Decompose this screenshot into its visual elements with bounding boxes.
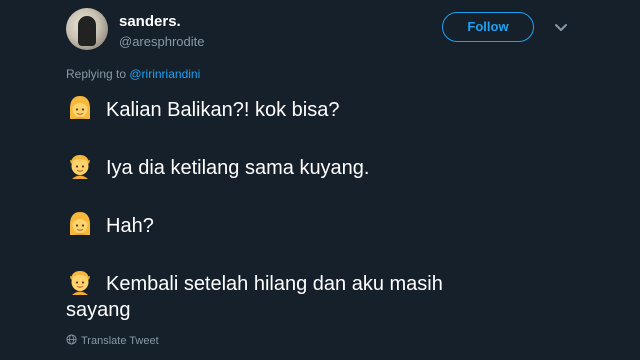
globe-icon [66, 334, 77, 345]
tweet-line-text: Kembali setelah hilang dan aku masih [106, 273, 443, 295]
chevron-down-icon[interactable] [550, 16, 572, 38]
woman-emoji-icon [70, 96, 90, 119]
reply-mention-link[interactable]: @ririnriandini [129, 67, 200, 81]
avatar-figure [78, 16, 96, 46]
user-handle[interactable]: @aresphrodite [119, 34, 204, 49]
tweet-line-continuation: sayang [66, 299, 131, 321]
tweet-line: Kalian Balikan?! kok bisa? [66, 94, 339, 124]
woman-emoji-icon [70, 212, 90, 235]
display-name[interactable]: sanders. [119, 13, 181, 30]
tweet: sanders. @aresphrodite Follow Replying t… [0, 0, 640, 360]
tweet-line: Iya dia ketilang sama kuyang. [66, 152, 370, 182]
follow-button[interactable]: Follow [442, 12, 534, 42]
tweet-line: Kembali setelah hilang dan aku masih [66, 268, 443, 298]
tweet-line: Hah? [66, 210, 154, 240]
translate-tweet-link[interactable]: Translate Tweet [66, 334, 159, 347]
person-emoji-icon [70, 155, 90, 179]
tweet-line-text: Hah? [106, 215, 154, 237]
avatar[interactable] [66, 8, 108, 50]
tweet-line-text: Iya dia ketilang sama kuyang. [106, 157, 370, 179]
tweet-line-text: Kalian Balikan?! kok bisa? [106, 99, 340, 121]
replying-to-label: Replying to [66, 67, 130, 81]
replying-to: Replying to @ririnriandini [66, 67, 200, 81]
tweet-header: sanders. @aresphrodite Follow [66, 8, 586, 52]
translate-tweet-label[interactable]: Translate Tweet [81, 335, 159, 347]
person-emoji-icon [70, 271, 90, 295]
